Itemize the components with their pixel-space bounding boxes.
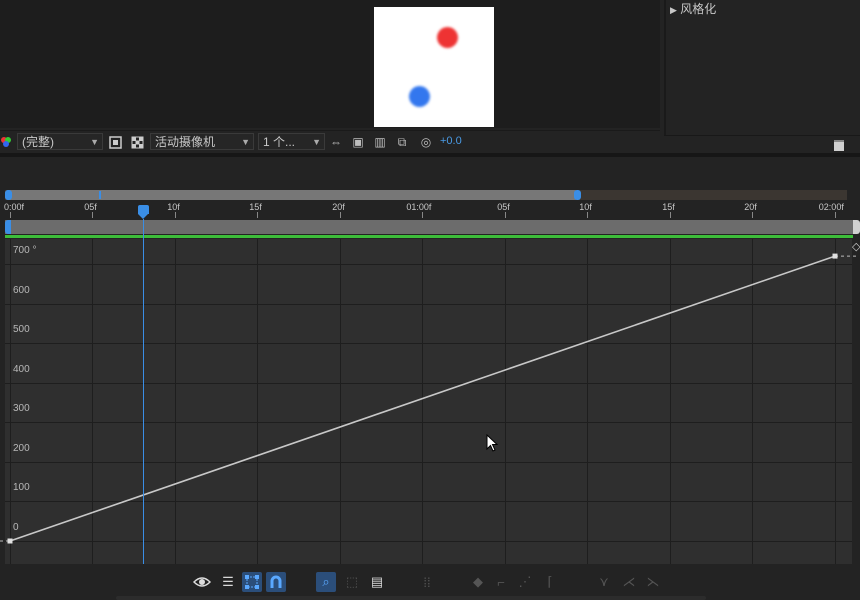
panel-scrollbar[interactable] bbox=[116, 596, 706, 600]
keyframe-point[interactable] bbox=[832, 253, 838, 259]
transform-box-icon[interactable] bbox=[242, 572, 262, 592]
fit-all-graphs-icon[interactable]: ▤ bbox=[367, 572, 387, 592]
eye-icon[interactable] bbox=[192, 572, 212, 592]
separate-dimensions-icon[interactable]: ⁞⁞ bbox=[417, 572, 437, 592]
easy-ease-out-icon[interactable]: ⋋ bbox=[643, 572, 663, 592]
fit-all-icon[interactable]: ⬚ bbox=[342, 572, 362, 592]
graph-overlay bbox=[0, 239, 856, 564]
snap-icon[interactable] bbox=[266, 572, 286, 592]
convert-linear-icon[interactable]: ⋰ bbox=[515, 572, 535, 592]
current-time-indicator-head[interactable] bbox=[138, 205, 149, 214]
edit-keyframe-icon[interactable]: ◆ bbox=[468, 572, 488, 592]
keyframe-point[interactable] bbox=[7, 538, 13, 544]
mouse-cursor-icon bbox=[486, 434, 499, 452]
convert-hold-icon[interactable]: ⌐ bbox=[491, 572, 511, 592]
convert-auto-bezier-icon[interactable]: ⌈ bbox=[540, 572, 560, 592]
easy-ease-in-icon[interactable]: ⋌ bbox=[619, 572, 639, 592]
fit-selection-icon[interactable]: ⌕ bbox=[316, 572, 336, 592]
current-time-indicator-line bbox=[143, 219, 144, 564]
graph-type-icon[interactable]: ☰ bbox=[218, 572, 238, 592]
easy-ease-icon[interactable]: ⋎ bbox=[594, 572, 614, 592]
keyframe-nav-icon[interactable]: ◇ bbox=[852, 240, 860, 254]
